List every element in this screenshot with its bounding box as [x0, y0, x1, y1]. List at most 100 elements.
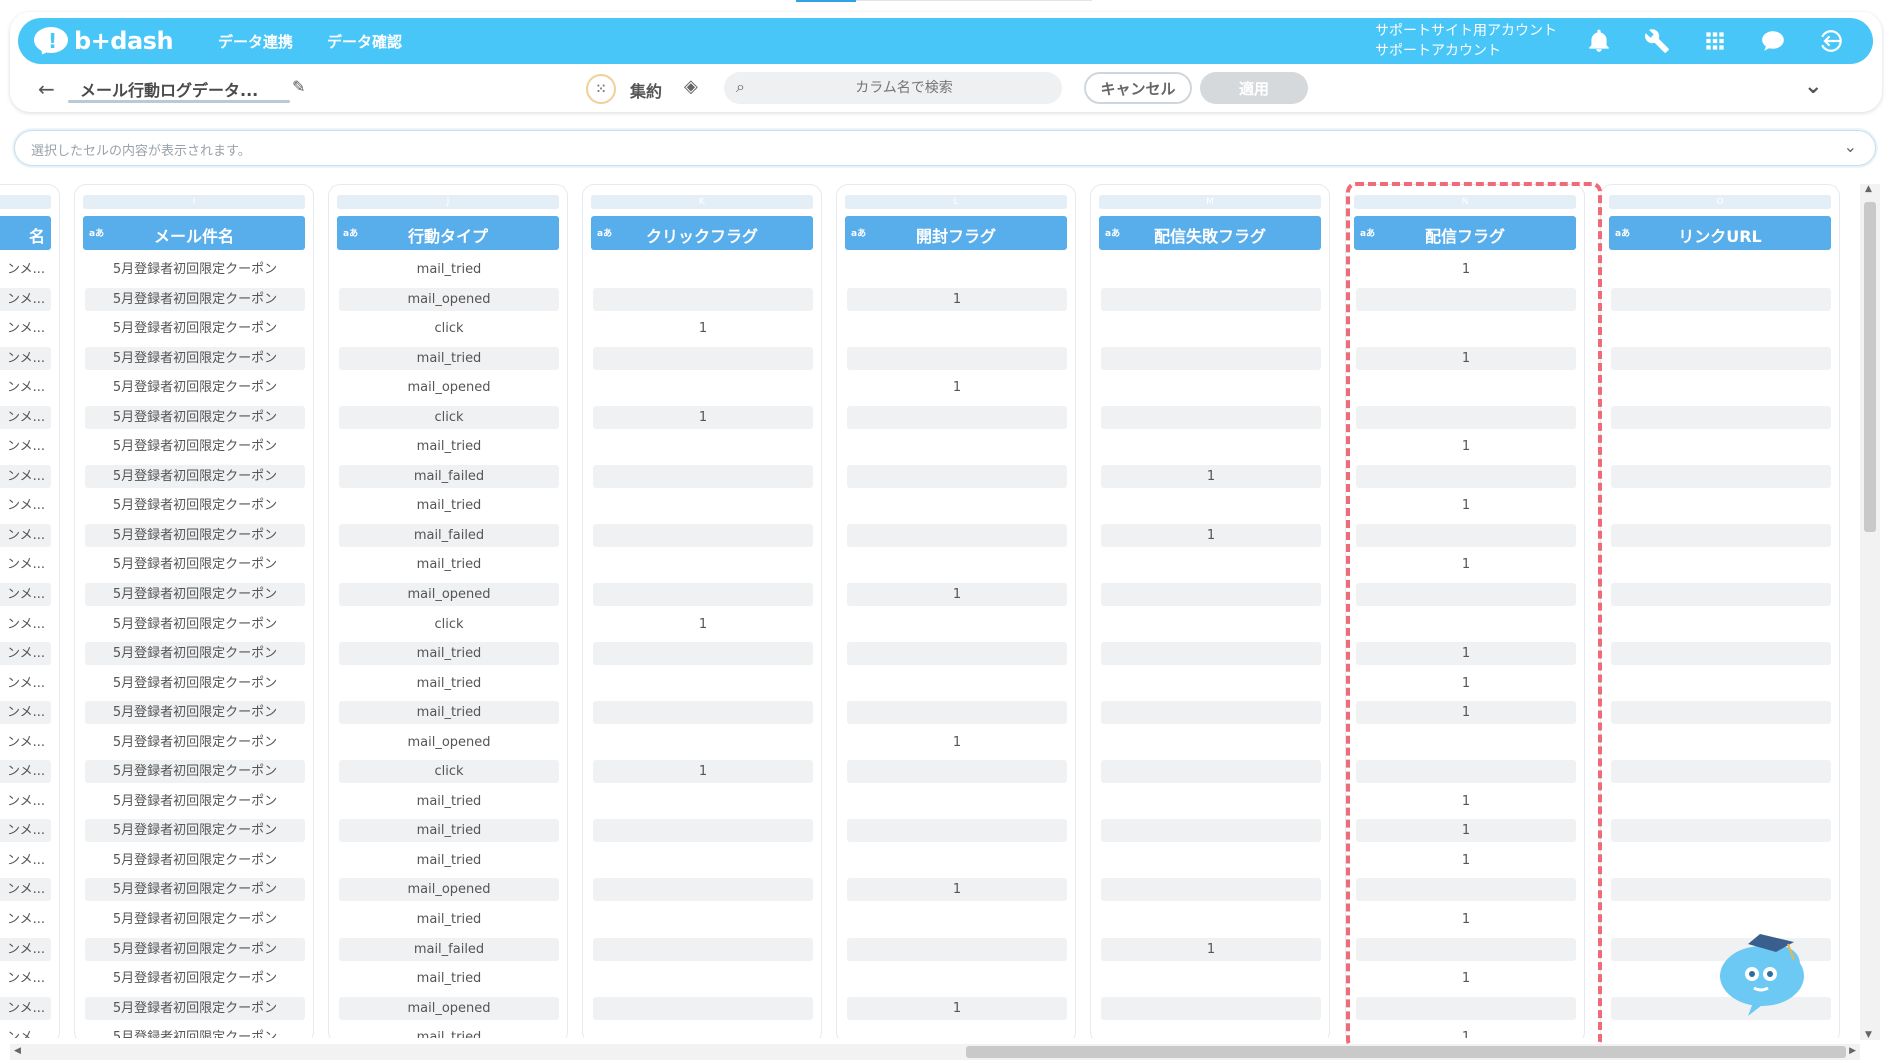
table-cell[interactable] — [1609, 255, 1833, 285]
table-cell[interactable]: 5月登録者初回限定クーポン — [83, 846, 307, 876]
table-cell[interactable]: 5月登録者初回限定クーポン — [83, 964, 307, 994]
column-header[interactable]: aあ クリックフラグ — [591, 216, 813, 250]
table-cell[interactable]: ンメ... — [0, 669, 53, 699]
table-cell[interactable]: ンメ... — [0, 964, 53, 994]
table-cell[interactable] — [1609, 580, 1833, 610]
table-cell[interactable]: 5月登録者初回限定クーポン — [83, 373, 307, 403]
table-cell[interactable]: mail_tried — [337, 639, 561, 669]
table-cell[interactable] — [845, 462, 1069, 492]
table-cell[interactable]: 5月登録者初回限定クーポン — [83, 432, 307, 462]
table-cell[interactable] — [591, 875, 815, 905]
chevron-down-icon[interactable]: ⌄ — [1844, 137, 1857, 156]
bell-icon[interactable] — [1583, 25, 1615, 57]
table-cell[interactable]: ンメ... — [0, 816, 53, 846]
table-cell[interactable]: mail_tried — [337, 669, 561, 699]
table-cell[interactable] — [1099, 610, 1323, 640]
table-cell[interactable]: 1 — [845, 285, 1069, 315]
table-cell[interactable]: 1 — [845, 373, 1069, 403]
table-cell[interactable] — [1354, 994, 1578, 1024]
nav-data-check[interactable]: データ確認 — [327, 31, 402, 52]
table-cell[interactable] — [1609, 846, 1833, 876]
table-cell[interactable] — [1609, 521, 1833, 551]
table-cell[interactable] — [1609, 787, 1833, 817]
table-cell[interactable] — [1099, 491, 1323, 521]
table-cell[interactable]: mail_tried — [337, 787, 561, 817]
cancel-button[interactable]: キャンセル — [1084, 72, 1192, 104]
table-cell[interactable] — [1609, 403, 1833, 433]
table-cell[interactable] — [1609, 757, 1833, 787]
table-cell[interactable]: 5月登録者初回限定クーポン — [83, 816, 307, 846]
table-cell[interactable]: mail_failed — [337, 462, 561, 492]
table-cell[interactable] — [1609, 491, 1833, 521]
table-cell[interactable] — [591, 1023, 815, 1038]
table-cell[interactable] — [845, 935, 1069, 965]
table-cell[interactable]: mail_tried — [337, 255, 561, 285]
table-cell[interactable] — [1099, 757, 1323, 787]
table-cell[interactable]: 1 — [591, 403, 815, 433]
table-cell[interactable] — [1609, 669, 1833, 699]
column-header[interactable]: aあ 行動タイプ — [337, 216, 559, 250]
table-cell[interactable]: 1 — [1354, 550, 1578, 580]
table-cell[interactable]: mail_opened — [337, 373, 561, 403]
table-cell[interactable] — [1099, 285, 1323, 315]
table-cell[interactable] — [1609, 432, 1833, 462]
table-cell[interactable]: 5月登録者初回限定クーポン — [83, 610, 307, 640]
table-cell[interactable] — [1609, 1023, 1833, 1038]
account-info[interactable]: サポートサイト用アカウント サポートアカウント — [1375, 21, 1557, 61]
table-cell[interactable]: 5月登録者初回限定クーポン — [83, 285, 307, 315]
table-cell[interactable]: 1 — [1354, 255, 1578, 285]
pencil-icon[interactable]: ✎ — [292, 77, 305, 96]
table-cell[interactable] — [591, 728, 815, 758]
table-cell[interactable]: 5月登録者初回限定クーポン — [83, 757, 307, 787]
column-letter[interactable]: K — [591, 195, 813, 209]
table-cell[interactable] — [1609, 285, 1833, 315]
table-cell[interactable] — [1099, 1023, 1323, 1038]
table-cell[interactable]: 5月登録者初回限定クーポン — [83, 462, 307, 492]
column-header[interactable]: aあ名 — [0, 216, 51, 250]
table-cell[interactable]: mail_tried — [337, 550, 561, 580]
table-cell[interactable]: mail_tried — [337, 1023, 561, 1038]
table-cell[interactable] — [1099, 875, 1323, 905]
table-cell[interactable]: ンメ... — [0, 639, 53, 669]
column-letter[interactable]: L — [845, 195, 1067, 209]
table-cell[interactable] — [1099, 639, 1323, 669]
table-cell[interactable]: 1 — [1354, 669, 1578, 699]
table-cell[interactable]: 1 — [1354, 491, 1578, 521]
table-cell[interactable] — [845, 757, 1069, 787]
table-cell[interactable]: 1 — [591, 314, 815, 344]
table-cell[interactable]: 1 — [1099, 935, 1323, 965]
table-cell[interactable]: 1 — [1354, 787, 1578, 817]
table-cell[interactable] — [591, 669, 815, 699]
table-cell[interactable]: ンメ... — [0, 580, 53, 610]
table-cell[interactable]: 5月登録者初回限定クーポン — [83, 875, 307, 905]
table-cell[interactable] — [1354, 757, 1578, 787]
table-cell[interactable]: ンメ... — [0, 462, 53, 492]
table-cell[interactable]: click — [337, 757, 561, 787]
table-cell[interactable]: 1 — [1354, 344, 1578, 374]
table-cell[interactable] — [845, 432, 1069, 462]
table-cell[interactable] — [591, 580, 815, 610]
table-cell[interactable]: ンメ... — [0, 344, 53, 374]
table-cell[interactable]: ンメ... — [0, 403, 53, 433]
table-cell[interactable]: 5月登録者初回限定クーポン — [83, 1023, 307, 1038]
vertical-scrollbar[interactable]: ▲ ▼ — [1860, 184, 1880, 1040]
table-cell[interactable] — [845, 964, 1069, 994]
table-cell[interactable] — [1609, 728, 1833, 758]
column-letter[interactable]: H — [0, 195, 51, 209]
cell-content-bar[interactable]: 選択したセルの内容が表示されます。 ⌄ — [14, 130, 1876, 166]
shield-icon[interactable]: ◈ — [684, 76, 698, 97]
table-cell[interactable] — [1609, 639, 1833, 669]
table-cell[interactable] — [1609, 550, 1833, 580]
table-cell[interactable]: 5月登録者初回限定クーポン — [83, 491, 307, 521]
horizontal-scroll-thumb[interactable] — [966, 1046, 1846, 1058]
table-cell[interactable] — [1354, 521, 1578, 551]
table-cell[interactable] — [1609, 610, 1833, 640]
table-cell[interactable] — [845, 1023, 1069, 1038]
column-header[interactable]: aあ リンクURL — [1609, 216, 1831, 250]
table-cell[interactable]: 5月登録者初回限定クーポン — [83, 521, 307, 551]
table-cell[interactable] — [591, 373, 815, 403]
column-search-input[interactable] — [764, 72, 1044, 104]
table-cell[interactable] — [1354, 728, 1578, 758]
table-cell[interactable] — [845, 403, 1069, 433]
table-cell[interactable] — [591, 905, 815, 935]
